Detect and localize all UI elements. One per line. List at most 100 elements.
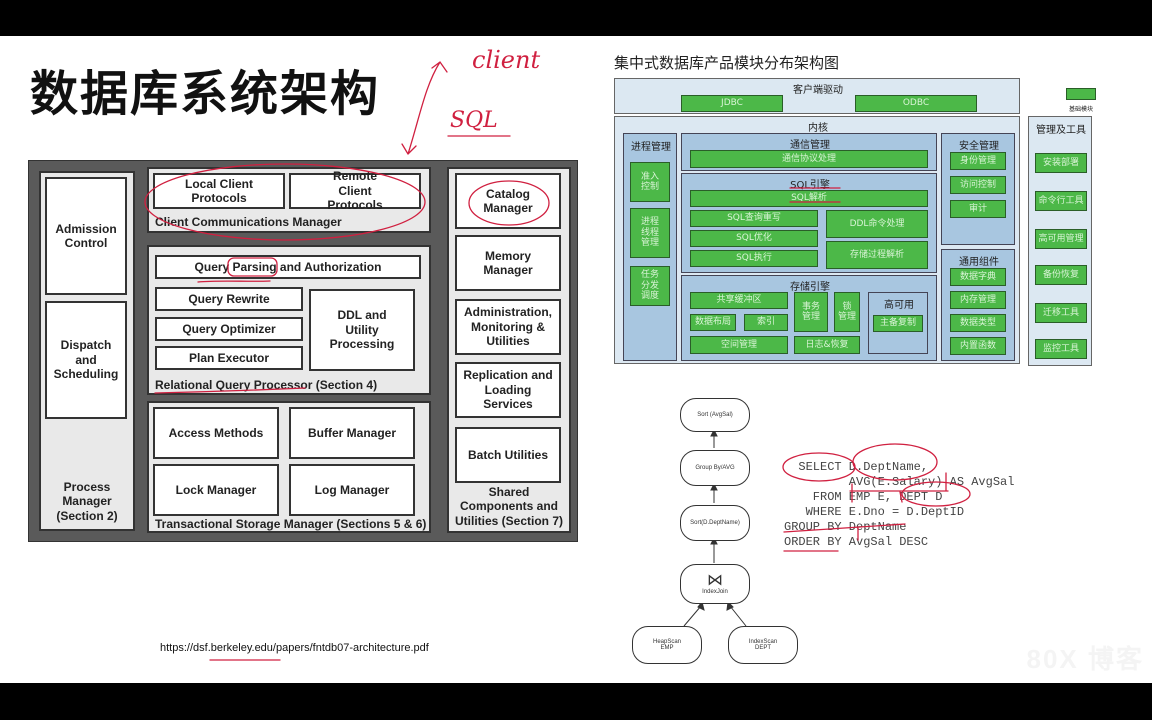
ddl-utility-box: DDL and Utility Processing: [309, 289, 415, 371]
sql-optimize-module: SQL优化: [690, 230, 818, 247]
install-deploy-tool: 安装部署: [1035, 153, 1087, 173]
migration-tool: 迁移工具: [1035, 303, 1087, 323]
product-diagram-title: 集中式数据库产品模块分布架构图: [614, 54, 840, 72]
legend-label: 基础模块: [1068, 106, 1093, 113]
watermark: 80X 博客: [1026, 644, 1144, 674]
backup-restore-tool: 备份恢复: [1035, 265, 1087, 285]
legend-swatch: [1066, 88, 1096, 100]
admission-module: 准入 控制: [630, 162, 670, 202]
query-rewrite-box: Query Rewrite: [155, 287, 303, 311]
process-manager-panel: Admission Control Dispatch and Schedulin…: [39, 171, 135, 531]
comm-mgmt-panel: 通信管理 通信协议处理: [681, 133, 937, 171]
query-processor-label: Relational Query Processor (Section 4): [155, 378, 378, 392]
space-mgmt-module: 空间管理: [690, 336, 788, 354]
ddl-command-module: DDL命令处理: [826, 210, 928, 238]
jdbc-module: JDBC: [681, 95, 783, 112]
plan-node-sort-avgsal: Sort (AvgSal): [680, 398, 750, 432]
storage-manager-panel: Access Methods Buffer Manager Lock Manag…: [147, 401, 431, 533]
replication-module: 主备复制: [873, 315, 923, 332]
client-comm-label: Client Communications Manager: [155, 215, 342, 229]
sql-line-3: FROM EMP E, DEPT D: [784, 490, 943, 504]
sql-line-4: WHERE E.Dno = D.DeptID: [784, 505, 965, 519]
storage-engine-panel: 存储引擎 共享缓冲区 数据布局 索引 空间管理 事务 管理 锁 管理 日志&恢复…: [681, 275, 937, 361]
process-manager-label: Process Manager (Section 2): [56, 479, 118, 523]
lock-mgmt-module: 锁 管理: [834, 292, 860, 332]
sql-rewrite-module: SQL查询重写: [690, 210, 818, 227]
kernel-panel: 内核 进程管理 准入 控制 进程 线程 管理 任务 分发 调度 通信管理 通信协…: [614, 116, 1020, 364]
comm-mgmt-label: 通信管理: [790, 140, 830, 151]
shared-buffer-module: 共享缓冲区: [690, 292, 788, 309]
data-dictionary-module: 数据字典: [950, 268, 1006, 286]
replication-loading-box: Replication and Loading Services: [455, 362, 561, 418]
reference-link[interactable]: https://dsf.berkeley.edu/papers/fntdb07-…: [160, 642, 429, 654]
index-module: 索引: [744, 314, 788, 331]
client-driver-panel: 客户端驱动 JDBC ODBC: [614, 78, 1020, 114]
comm-protocol-module: 通信协议处理: [690, 150, 928, 168]
txn-mgmt-module: 事务 管理: [794, 292, 828, 332]
client-driver-label: 客户端驱动: [793, 85, 843, 96]
annotation-sql-text: SQL: [450, 108, 498, 133]
odbc-module: ODBC: [855, 95, 977, 112]
process-mgmt-label: 进程管理: [631, 142, 671, 153]
admission-control-box: Admission Control: [45, 177, 127, 295]
remote-client-protocols-box: Remote Client Protocols: [289, 169, 421, 212]
buffer-manager-box: Buffer Manager: [289, 407, 415, 459]
security-label: 安全管理: [959, 141, 999, 152]
local-client-protocols-box: Local Client Protocols: [153, 173, 285, 209]
builtin-functions-module: 内置函数: [950, 337, 1006, 355]
log-recovery-module: 日志&恢复: [794, 336, 860, 354]
db-architecture-diagram: Admission Control Dispatch and Schedulin…: [28, 160, 578, 542]
sql-line-1: SELECT D.DeptName,: [784, 460, 929, 474]
slide: 数据库系统架构 Admission Control Dispatch and S…: [0, 36, 1152, 683]
ha-label: 高可用: [884, 300, 914, 311]
query-optimizer-box: Query Optimizer: [155, 317, 303, 341]
cli-tool: 命令行工具: [1035, 191, 1087, 211]
access-control-module: 访问控制: [950, 176, 1006, 194]
sql-line-2: AVG(E.Salary) AS AvgSal: [784, 475, 1015, 489]
edge-heapscan-to-join: [683, 605, 702, 627]
lock-manager-box: Lock Manager: [153, 464, 279, 516]
annotation-client-text: client: [472, 46, 541, 74]
dispatch-scheduling-box: Dispatch and Scheduling: [45, 301, 127, 419]
identity-module: 身份管理: [950, 152, 1006, 170]
query-parsing-box: Query Parsing and Authorization: [155, 255, 421, 279]
sql-line-5: GROUP BY DeptName: [784, 520, 907, 534]
plan-node-sort-deptname: Sort(D.DeptName): [680, 505, 750, 541]
tools-label: 管理及工具: [1036, 125, 1086, 136]
sql-parse-module: SQL解析: [690, 190, 928, 207]
admin-monitoring-box: Administration, Monitoring & Utilities: [455, 299, 561, 355]
stored-proc-module: 存储过程解析: [826, 241, 928, 269]
audit-module: 审计: [950, 200, 1006, 218]
log-manager-box: Log Manager: [289, 464, 415, 516]
shared-components-label: Shared Components and Utilities (Section…: [454, 485, 564, 528]
plan-node-groupby: Group By/AVG: [680, 450, 750, 486]
plan-node-indexjoin: ⋈ IndexJoin: [680, 564, 750, 604]
memory-manager-box: Memory Manager: [455, 235, 561, 291]
sql-line-6: ORDER BY AvgSal DESC: [784, 535, 929, 549]
storage-engine-label: 存储引擎: [790, 282, 830, 293]
sql-engine-label: SQL引擎: [790, 180, 830, 191]
security-panel: 安全管理 身份管理 访问控制 审计: [941, 133, 1015, 245]
monitoring-tool: 监控工具: [1035, 339, 1087, 359]
thread-mgmt-module: 进程 线程 管理: [630, 208, 670, 258]
data-layout-module: 数据布局: [690, 314, 736, 331]
storage-manager-label: Transactional Storage Manager (Sections …: [155, 517, 427, 531]
catalog-manager-box: Catalog Manager: [455, 173, 561, 229]
plan-node-heapscan: HeapScan EMP: [632, 626, 702, 664]
plan-node-indexjoin-label: IndexJoin: [702, 589, 728, 595]
sql-execute-module: SQL执行: [690, 250, 818, 267]
shared-components-panel: Catalog Manager Memory Manager Administr…: [447, 167, 571, 533]
access-methods-box: Access Methods: [153, 407, 279, 459]
memory-mgmt-module: 内存管理: [950, 291, 1006, 309]
query-processor-panel: Query Parsing and Authorization Query Re…: [147, 245, 431, 395]
sql-engine-panel: SQL引擎 SQL解析 SQL查询重写 SQL优化 SQL执行 DDL命令处理 …: [681, 173, 937, 273]
edge-indexscan-to-join: [729, 605, 747, 627]
ha-panel: 高可用 主备复制: [868, 292, 928, 354]
data-types-module: 数据类型: [950, 314, 1006, 332]
batch-utilities-box: Batch Utilities: [455, 427, 561, 483]
common-components-label: 通用组件: [959, 257, 999, 268]
process-mgmt-panel: 进程管理 准入 控制 进程 线程 管理 任务 分发 调度: [623, 133, 677, 361]
kernel-label: 内核: [808, 123, 828, 134]
slide-title: 数据库系统架构: [30, 66, 381, 122]
plan-node-indexscan: IndexScan DEPT: [728, 626, 798, 664]
